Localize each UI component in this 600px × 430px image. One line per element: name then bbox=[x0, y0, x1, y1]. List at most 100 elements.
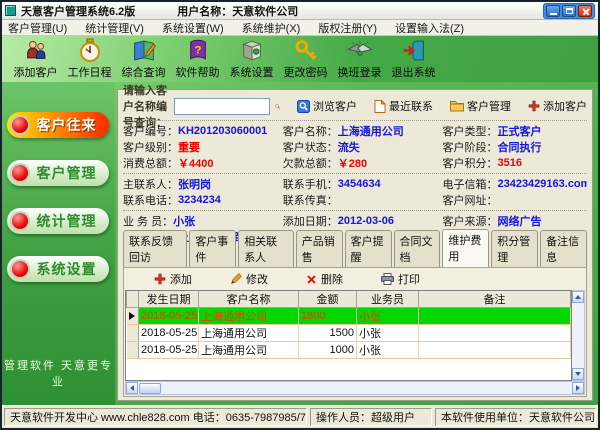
customer-management-button[interactable]: 客户管理 bbox=[450, 98, 511, 114]
red-led-icon bbox=[12, 261, 28, 277]
change-password-icon bbox=[294, 39, 317, 60]
add-customer-button[interactable]: 添加客户 bbox=[528, 98, 587, 114]
status-license-unit: 本软件使用单位：天意软件公司 bbox=[435, 408, 596, 426]
minimize-button[interactable] bbox=[546, 4, 560, 17]
toolbar-label: 更改密码 bbox=[283, 67, 328, 79]
menu-item-input-method[interactable]: 设置输入法(Z) bbox=[395, 20, 464, 36]
maximize-icon bbox=[565, 7, 573, 14]
toolbar-shift-login[interactable]: 换班登录 bbox=[336, 38, 383, 80]
tab-customer-reminder[interactable]: 客户提醒 bbox=[344, 230, 392, 267]
field-value: KH201203060001 bbox=[178, 125, 268, 137]
print-icon bbox=[381, 273, 394, 285]
sidebar-slogan: 管理软件 天意更专业 bbox=[3, 360, 114, 388]
column-header-note[interactable]: 备注 bbox=[418, 291, 571, 308]
column-header-amount[interactable]: 金额 bbox=[298, 291, 357, 308]
toolbar-change-password[interactable]: 更改密码 bbox=[282, 38, 329, 80]
field-value: 网络广告 bbox=[497, 216, 542, 228]
field-value: 23423429163.com bbox=[497, 178, 587, 190]
field-label: 客户名称： bbox=[282, 126, 338, 138]
maximize-button[interactable] bbox=[562, 4, 576, 17]
software-help-icon: ? bbox=[189, 39, 206, 60]
red-led-icon bbox=[12, 213, 28, 229]
table-row[interactable]: 2018-05-25 上海通用公司 1500 小张 bbox=[126, 324, 571, 342]
separator bbox=[123, 173, 587, 174]
toolbar-work-schedule[interactable]: 工作日程 bbox=[66, 38, 113, 80]
statusbar: 天意软件开发中心 www.chle828.com 电话：0635-7987985… bbox=[2, 405, 598, 428]
column-header-date[interactable]: 发生日期 bbox=[138, 291, 199, 308]
field-label: 消费总额： bbox=[123, 158, 178, 170]
field-label: 联系传真： bbox=[282, 195, 338, 207]
menu-item-system-settings[interactable]: 系统设置(W) bbox=[162, 20, 224, 36]
tab-related-contacts[interactable]: 相关联系人 bbox=[238, 230, 294, 267]
tab-customer-events[interactable]: 客户事件 bbox=[189, 230, 237, 267]
toolbar-add-customer[interactable]: 添加客户 bbox=[12, 38, 59, 80]
detail-tabs: 联系反馈回访 客户事件 相关联系人 产品销售 客户提醒 合同文档 维护费用 积分… bbox=[123, 229, 588, 267]
field-label: 客户类型： bbox=[442, 126, 498, 138]
toolbar-comprehensive-query[interactable]: 综合查询 bbox=[120, 38, 167, 80]
field-value: 合同执行 bbox=[497, 142, 542, 154]
scroll-left-button[interactable] bbox=[126, 382, 138, 394]
column-header-customer-name[interactable]: 客户名称 bbox=[198, 291, 299, 308]
scrollbar-thumb[interactable] bbox=[139, 382, 161, 394]
sidebar-item-customer-management[interactable]: 客户管理 bbox=[7, 160, 109, 186]
status-developer-info: 天意软件开发中心 www.chle828.com 电话：0635-7987985… bbox=[4, 408, 307, 426]
menu-item-customer-management[interactable]: 客户管理(U) bbox=[8, 20, 67, 36]
vertical-scrollbar[interactable] bbox=[572, 290, 585, 381]
delete-record-button[interactable]: 删除 bbox=[306, 271, 343, 287]
search-input[interactable] bbox=[173, 97, 270, 115]
add-customer-plus-icon bbox=[528, 100, 540, 112]
toolbar-software-help[interactable]: ? 软件帮助 bbox=[174, 38, 221, 80]
field-value: ￥4400 bbox=[178, 158, 214, 170]
app-window: 天意客户管理系统6.2版 用户名称：天意软件公司 客户管理(U) 统计管理(V)… bbox=[0, 0, 600, 430]
tab-remarks[interactable]: 备注信息 bbox=[540, 230, 588, 267]
menu-item-statistics-management[interactable]: 统计管理(V) bbox=[85, 20, 144, 36]
tab-points-management[interactable]: 积分管理 bbox=[491, 230, 539, 267]
field-email: 电子信箱： 23423429163.com bbox=[442, 176, 587, 192]
field-website: 客户网址： bbox=[442, 192, 587, 208]
table-row[interactable]: 2018-05-25 上海通用公司 1800 小张 bbox=[126, 307, 571, 325]
print-button[interactable]: 打印 bbox=[381, 271, 420, 287]
sidebar-item-customer-transactions[interactable]: 客户往来 bbox=[7, 112, 109, 138]
sidebar-item-statistics-management[interactable]: 统计管理 bbox=[7, 208, 109, 234]
app-icon bbox=[5, 5, 16, 16]
field-value: 重要 bbox=[178, 142, 200, 154]
menu-item-copyright-register[interactable]: 版权注册(Y) bbox=[318, 20, 377, 36]
tab-contract-documents[interactable]: 合同文档 bbox=[393, 230, 441, 267]
toolbar-label: 添加客户 bbox=[13, 67, 58, 79]
field-value: 3516 bbox=[497, 157, 522, 169]
row-selector bbox=[126, 307, 139, 325]
close-button[interactable] bbox=[578, 4, 592, 17]
grid-toolbar: 添加 修改 删除 打印 bbox=[124, 268, 586, 290]
toolbar-label: 系统设置 bbox=[229, 67, 274, 79]
add-record-button[interactable]: 添加 bbox=[154, 271, 192, 287]
scroll-down-button[interactable] bbox=[572, 368, 584, 380]
column-header-salesman[interactable]: 业务员 bbox=[356, 291, 419, 308]
menu-item-system-maintenance[interactable]: 系统维护(X) bbox=[242, 20, 301, 36]
system-settings-icon bbox=[241, 40, 262, 61]
scroll-up-button[interactable] bbox=[572, 291, 584, 303]
recent-contacts-button[interactable]: 最近联系 bbox=[374, 98, 433, 114]
toolbar-system-settings[interactable]: 系统设置 bbox=[228, 38, 275, 80]
table-row[interactable]: 2018-05-25 上海通用公司 1000 小张 bbox=[126, 341, 571, 359]
browse-customers-button[interactable]: 浏览客户 bbox=[297, 98, 357, 114]
tab-maintenance-fees[interactable]: 维护费用 bbox=[442, 229, 490, 267]
field-value: 3234234 bbox=[178, 194, 221, 206]
horizontal-scrollbar[interactable] bbox=[125, 381, 585, 395]
content-area: 客户往来 客户管理 统计管理 系统设置 管理软件 天意更专业 请输入客户名称编号… bbox=[2, 82, 598, 405]
window-title: 天意客户管理系统6.2版 bbox=[21, 5, 136, 18]
edit-record-button[interactable]: 修改 bbox=[230, 271, 268, 287]
scroll-right-button[interactable] bbox=[572, 382, 584, 394]
field-customer-stage: 客户阶段： 合同执行 bbox=[442, 139, 587, 155]
current-row-pointer-icon bbox=[129, 312, 136, 320]
shift-login-icon bbox=[346, 41, 373, 57]
tab-product-sales[interactable]: 产品销售 bbox=[295, 230, 343, 267]
toolbar-exit-system[interactable]: 退出系统 bbox=[390, 38, 437, 80]
search-icon[interactable] bbox=[275, 99, 280, 114]
sidebar-item-system-settings[interactable]: 系统设置 bbox=[7, 256, 109, 282]
chevron-left-icon bbox=[130, 385, 134, 391]
add-icon bbox=[154, 273, 166, 285]
work-schedule-icon bbox=[79, 38, 100, 63]
browse-customer-icon bbox=[297, 99, 310, 113]
tab-feedback-visits[interactable]: 联系反馈回访 bbox=[123, 230, 188, 267]
field-label: 客户网址： bbox=[442, 195, 498, 207]
